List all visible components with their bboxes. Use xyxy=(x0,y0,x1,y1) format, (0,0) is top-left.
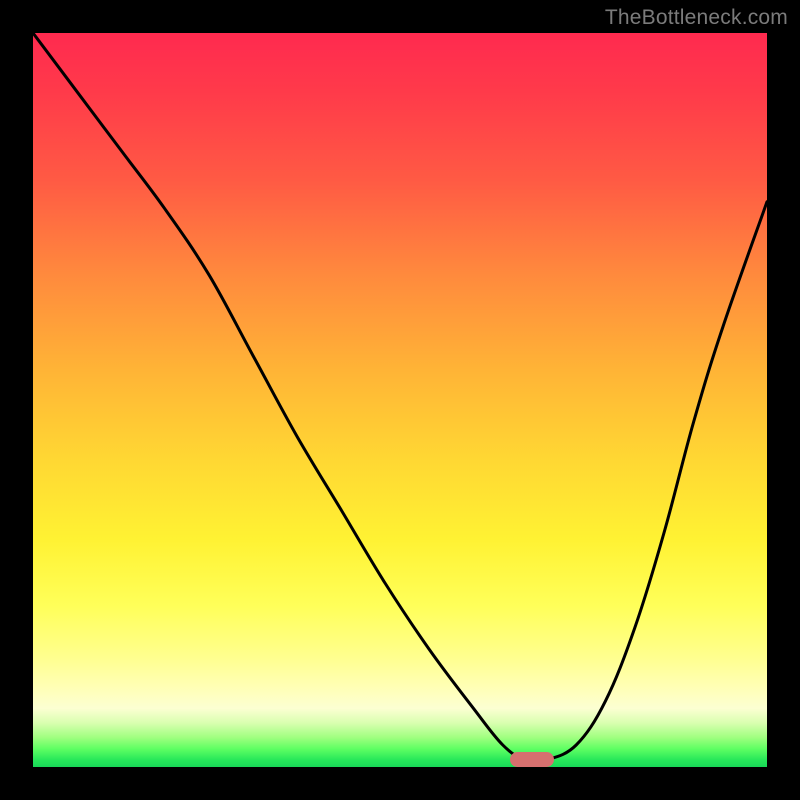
chart-frame: TheBottleneck.com xyxy=(0,0,800,800)
optimal-marker xyxy=(510,752,554,767)
gradient-background xyxy=(33,33,767,767)
watermark: TheBottleneck.com xyxy=(605,6,788,30)
plot-area xyxy=(33,33,767,767)
